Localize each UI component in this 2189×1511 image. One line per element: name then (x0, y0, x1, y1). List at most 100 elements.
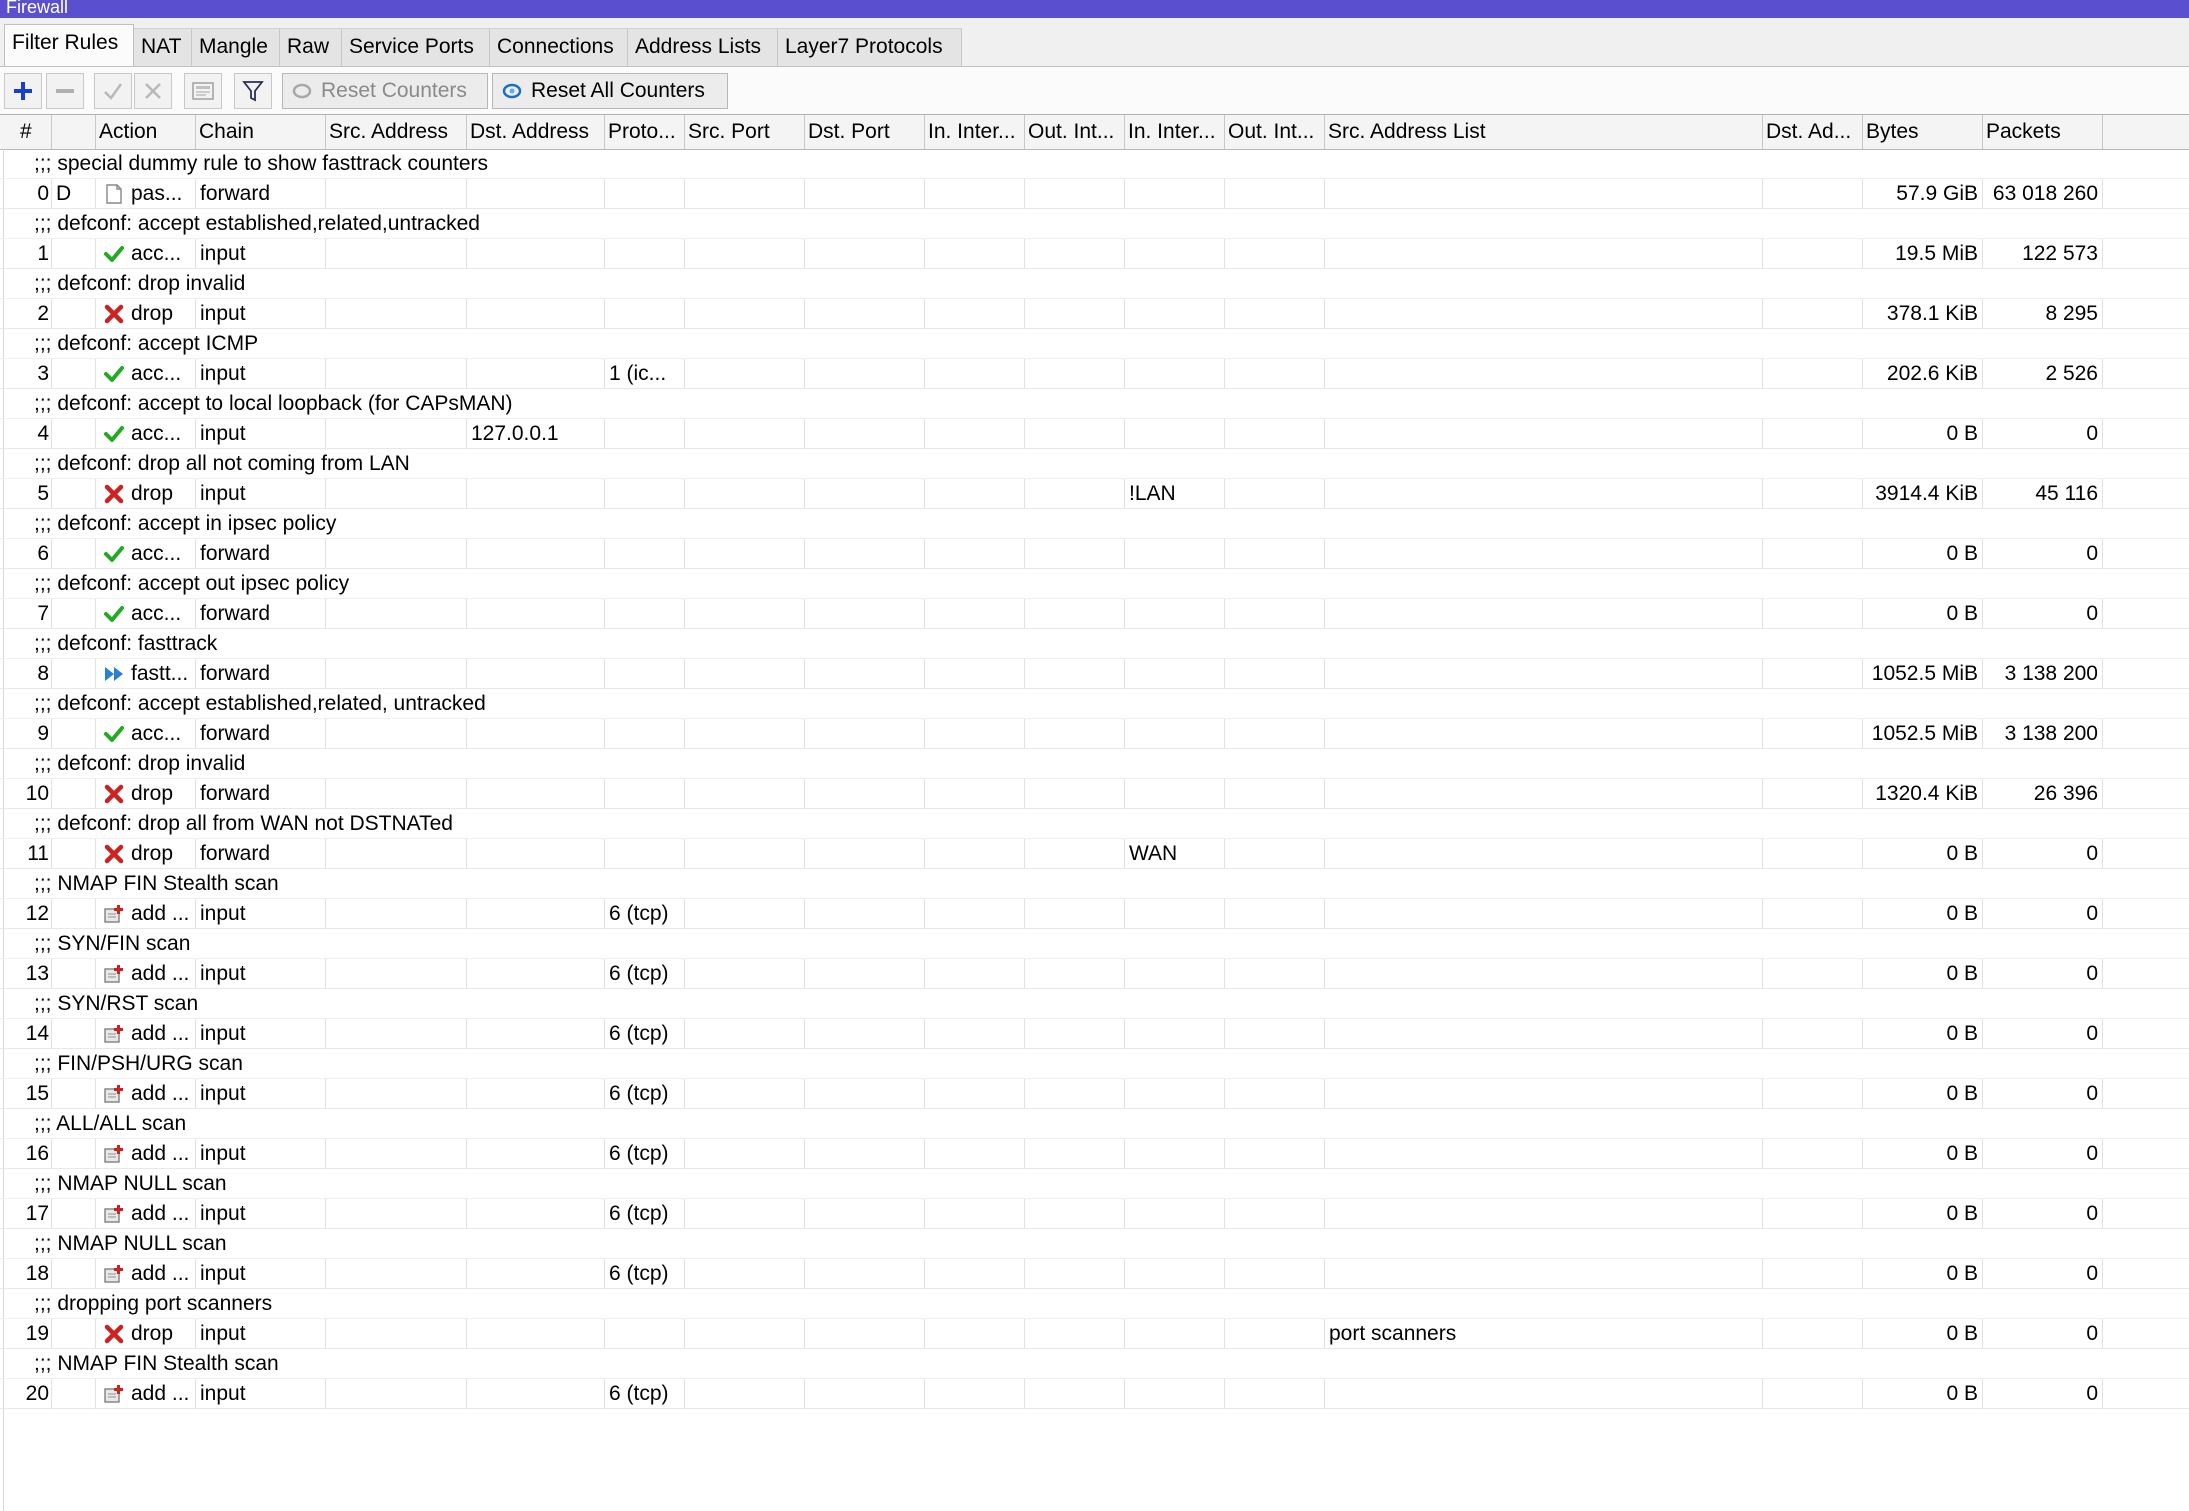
cell-action: fastt... (96, 659, 196, 689)
cell-protocol (605, 839, 685, 869)
rule-comment-row[interactable]: ;;; defconf: accept established,related,… (0, 689, 2189, 719)
column-header-dst-address-list[interactable]: Dst. Ad... (1763, 115, 1863, 149)
column-header-packets[interactable]: Packets (1983, 115, 2103, 149)
reset-counters-button[interactable]: Reset Counters (282, 73, 488, 109)
cell-out-interface-list (1225, 1139, 1325, 1169)
column-header-protocol[interactable]: Proto... (605, 115, 685, 149)
cell-protocol: 6 (tcp) (605, 1019, 685, 1049)
tab-service-ports[interactable]: Service Ports (342, 28, 490, 66)
action-label: drop (131, 782, 174, 805)
column-header-in-interface[interactable]: In. Inter... (925, 115, 1025, 149)
cell-action: add ... (96, 1079, 196, 1109)
tab-connections[interactable]: Connections (490, 28, 628, 66)
column-header-in-interface-list[interactable]: In. Inter... (1125, 115, 1225, 149)
column-header-dst-port[interactable]: Dst. Port (805, 115, 925, 149)
cell-chain: input (196, 899, 326, 929)
tab-filter-rules[interactable]: Filter Rules (4, 24, 134, 66)
table-row[interactable]: 19 drop input port scanners 0 B0 (0, 1319, 2189, 1349)
rule-comment-row[interactable]: ;;; defconf: accept established,related,… (0, 209, 2189, 239)
table-row[interactable]: 5 drop input !LAN 3914.4 KiB 45 116 (0, 479, 2189, 509)
table-row[interactable]: 6 acc... forward 0 B0 (0, 539, 2189, 569)
rule-comment-row[interactable]: ;;; NMAP NULL scan (0, 1169, 2189, 1199)
table-row[interactable]: 2 drop input 378.1 KiB 8 295 (0, 299, 2189, 329)
cell-dst-address (467, 479, 605, 509)
table-row[interactable]: 15 add ... input 6 (tcp) 0 B0 (0, 1079, 2189, 1109)
column-header-number[interactable]: # (4, 115, 52, 149)
tab-nat[interactable]: NAT (134, 28, 192, 66)
column-header-dst-address[interactable]: Dst. Address (467, 115, 605, 149)
table-row[interactable]: 16 add ... input 6 (tcp) 0 B0 (0, 1139, 2189, 1169)
column-header-src-port[interactable]: Src. Port (685, 115, 805, 149)
cell-dst-address-list (1763, 179, 1863, 209)
disable-button[interactable] (134, 73, 172, 109)
rule-comment-row[interactable]: ;;; NMAP NULL scan (0, 1229, 2189, 1259)
cell-bytes: 1052.5 MiB (1863, 719, 1983, 749)
cell-src-address (326, 539, 467, 569)
table-row[interactable]: 7 acc... forward 0 B0 (0, 599, 2189, 629)
rule-comment-row[interactable]: ;;; NMAP FIN Stealth scan (0, 869, 2189, 899)
add-button[interactable] (4, 73, 42, 109)
rule-comment-row[interactable]: ;;; defconf: accept in ipsec policy (0, 509, 2189, 539)
reset-all-counters-label: Reset All Counters (531, 79, 705, 102)
rule-comment-row[interactable]: ;;; ALL/ALL scan (0, 1109, 2189, 1139)
rule-comment-row[interactable]: ;;; dropping port scanners (0, 1289, 2189, 1319)
cell-src-address-list (1325, 839, 1763, 869)
table-row[interactable]: 10 drop forward 1320.4 KiB 26 396 (0, 779, 2189, 809)
rule-comment-row[interactable]: ;;; defconf: accept out ipsec policy (0, 569, 2189, 599)
column-header-flags[interactable] (52, 115, 96, 149)
cell-out-interface-list (1225, 899, 1325, 929)
rule-comment-row[interactable]: ;;; defconf: fasttrack (0, 629, 2189, 659)
cell-bytes: 0 B (1863, 899, 1983, 929)
rule-comment-row[interactable]: ;;; defconf: accept to local loopback (f… (0, 389, 2189, 419)
cell-number: 2 (4, 299, 52, 329)
table-row[interactable]: 11 drop forward WAN 0 B0 (0, 839, 2189, 869)
rule-comment-row[interactable]: ;;; defconf: drop all not coming from LA… (0, 449, 2189, 479)
cell-src-port (685, 1379, 805, 1409)
rule-comment-row[interactable]: ;;; SYN/RST scan (0, 989, 2189, 1019)
cell-dst-address (467, 839, 605, 869)
rule-comment-row[interactable]: ;;; defconf: drop invalid (0, 749, 2189, 779)
table-row[interactable]: 0 Dpas... forward 57.9 GiB 63 018 260 (0, 179, 2189, 209)
rule-comment-row[interactable]: ;;; NMAP FIN Stealth scan (0, 1349, 2189, 1379)
table-row[interactable]: 4 acc... input 127.0.0.1 0 B0 (0, 419, 2189, 449)
table-row[interactable]: 1 acc... input 19.5 MiB 122 573 (0, 239, 2189, 269)
cell-bytes: 1052.5 MiB (1863, 659, 1983, 689)
comment-button[interactable] (184, 73, 222, 109)
column-header-out-interface-list[interactable]: Out. Int... (1225, 115, 1325, 149)
tab-layer7-protocols[interactable]: Layer7 Protocols (778, 28, 962, 66)
table-row[interactable]: 13 add ... input 6 (tcp) 0 B0 (0, 959, 2189, 989)
rule-comment-row[interactable]: ;;; defconf: drop all from WAN not DSTNA… (0, 809, 2189, 839)
column-header-src-address[interactable]: Src. Address (326, 115, 467, 149)
cell-flags (52, 1139, 96, 1169)
column-header-src-address-list[interactable]: Src. Address List (1325, 115, 1763, 149)
action-label: add ... (131, 1262, 190, 1285)
column-header-bytes[interactable]: Bytes (1863, 115, 1983, 149)
remove-button[interactable] (46, 73, 84, 109)
table-row[interactable]: 9 acc... forward 1052.5 MiB 3 138 200 (0, 719, 2189, 749)
column-header-action[interactable]: Action (96, 115, 196, 149)
rule-comment-row[interactable]: ;;; SYN/FIN scan (0, 929, 2189, 959)
rule-comment-row[interactable]: ;;; FIN/PSH/URG scan (0, 1049, 2189, 1079)
enable-button[interactable] (94, 73, 132, 109)
rule-comment-row[interactable]: ;;; special dummy rule to show fasttrack… (0, 149, 2189, 179)
rule-comment-row[interactable]: ;;; defconf: accept ICMP (0, 329, 2189, 359)
table-row[interactable]: 12 add ... input 6 (tcp) 0 B0 (0, 899, 2189, 929)
table-row[interactable]: 18 add ... input 6 (tcp) 0 B0 (0, 1259, 2189, 1289)
cell-out-interface-list (1225, 1319, 1325, 1349)
table-row[interactable]: 3 acc... input 1 (ic... 202.6 KiB 2 526 (0, 359, 2189, 389)
cell-src-address (326, 779, 467, 809)
rule-comment-row[interactable]: ;;; defconf: drop invalid (0, 269, 2189, 299)
column-header-out-interface[interactable]: Out. Int... (1025, 115, 1125, 149)
tab-mangle[interactable]: Mangle (192, 28, 280, 66)
cell-protocol (605, 659, 685, 689)
table-row[interactable]: 8 fastt... forward 1052.5 MiB 3 138 200 (0, 659, 2189, 689)
column-header-chain[interactable]: Chain (196, 115, 326, 149)
tab-raw[interactable]: Raw (280, 28, 342, 66)
reset-all-counters-button[interactable]: Reset All Counters (492, 73, 728, 109)
table-row[interactable]: 20 add ... input 6 (tcp) 0 B0 (0, 1379, 2189, 1409)
tab-address-lists[interactable]: Address Lists (628, 28, 778, 66)
table-row[interactable]: 17 add ... input 6 (tcp) 0 B0 (0, 1199, 2189, 1229)
table-row[interactable]: 14 add ... input 6 (tcp) 0 B0 (0, 1019, 2189, 1049)
cell-bytes: 0 B (1863, 839, 1983, 869)
filter-button[interactable] (234, 73, 272, 109)
